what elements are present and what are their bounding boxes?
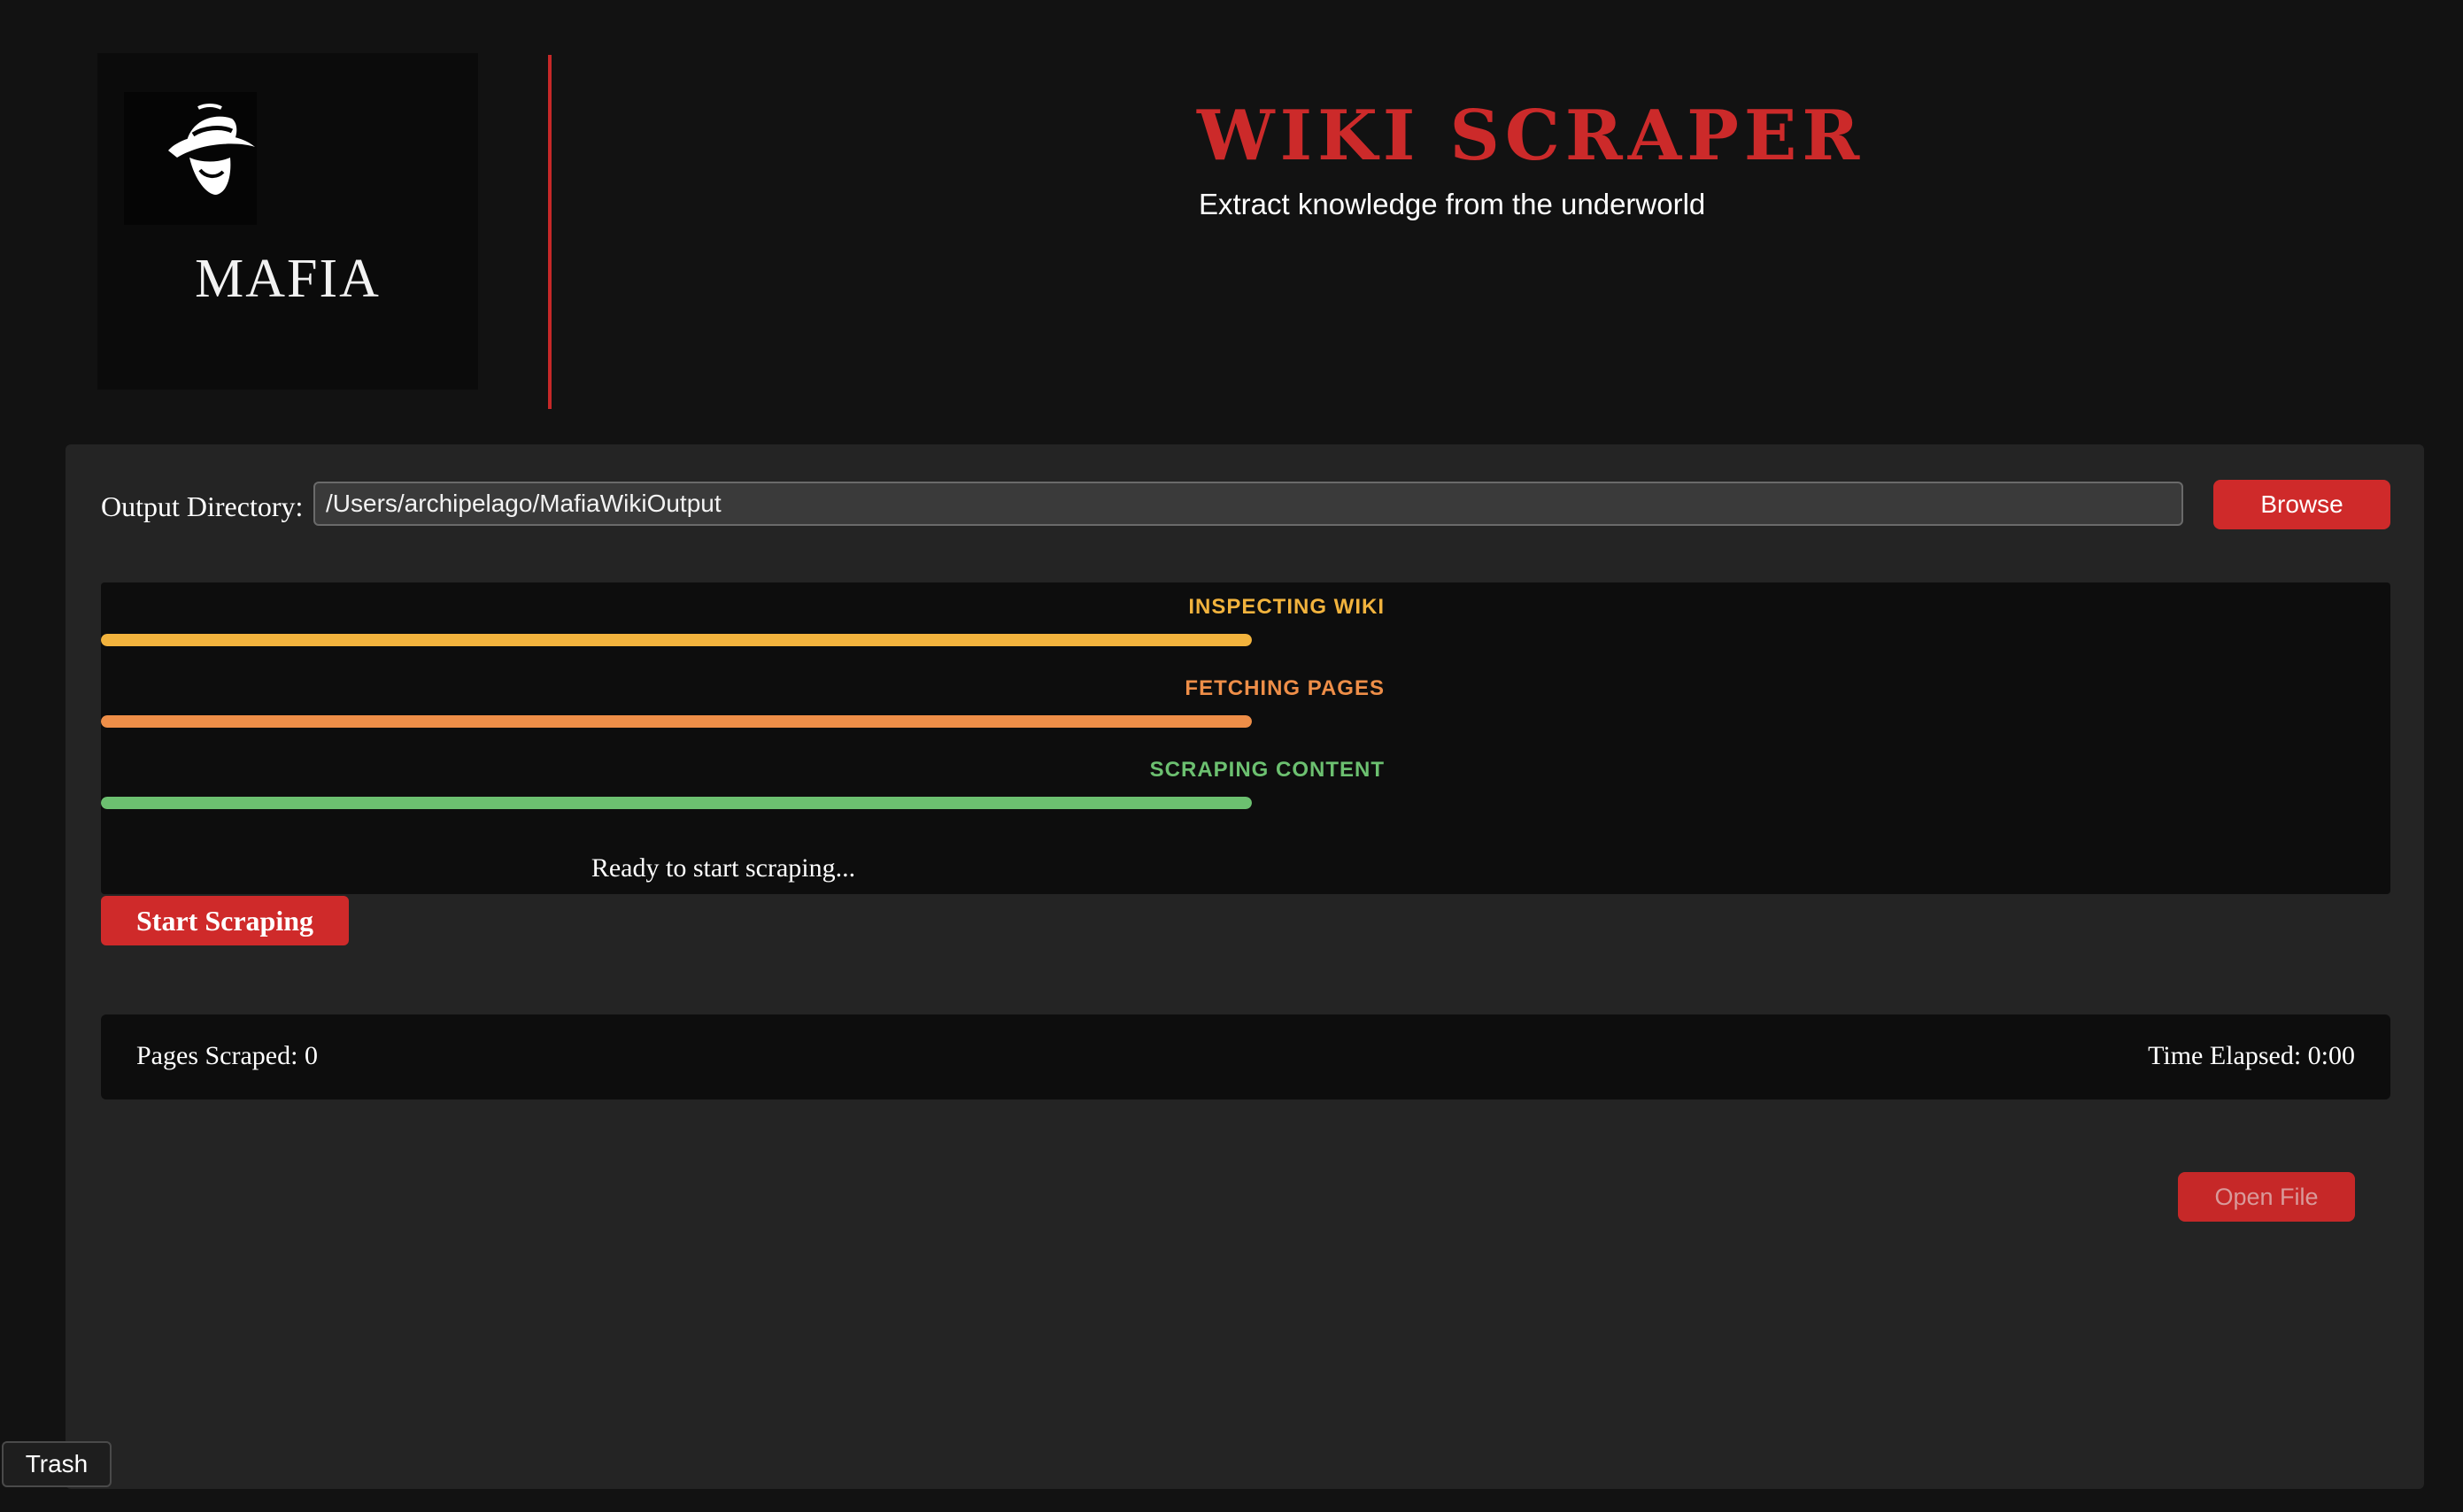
output-directory-label: Output Directory: <box>101 490 304 522</box>
progress-fill-fetching <box>101 715 1252 728</box>
header: MAFIA WIKI SCRAPER Extract knowledge fro… <box>0 0 2463 443</box>
logo-text: MAFIA <box>195 249 381 309</box>
progress-fill-inspecting <box>101 634 1252 646</box>
stage-label-fetching: FETCHING PAGES <box>1185 676 1385 700</box>
main-panel: Output Directory: Browse INSPECTING WIKI… <box>66 444 2424 1489</box>
pages-scraped-stat: Pages Scraped: 0 <box>136 1041 318 1070</box>
app-subtitle: Extract knowledge from the underworld <box>1199 188 1706 220</box>
stats-bar: Pages Scraped: 0 Time Elapsed: 0:00 <box>101 1014 2390 1099</box>
time-elapsed-stat: Time Elapsed: 0:00 <box>2148 1041 2355 1070</box>
progress-fill-scraping <box>101 797 1252 809</box>
progress-bar-fetching <box>101 715 1252 728</box>
browse-button[interactable]: Browse <box>2213 480 2390 529</box>
trash-button[interactable]: Trash <box>2 1441 112 1487</box>
stage-label-inspecting: INSPECTING WIKI <box>1188 595 1385 619</box>
status-text: Ready to start scraping... <box>591 853 856 883</box>
app-title: WIKI SCRAPER <box>1197 96 1865 176</box>
output-directory-input[interactable] <box>313 482 2183 526</box>
open-file-button[interactable]: Open File <box>2178 1172 2355 1222</box>
stage-label-scraping: SCRAPING CONTENT <box>1149 758 1385 782</box>
app-window: MAFIA WIKI SCRAPER Extract knowledge fro… <box>0 0 2463 1512</box>
start-scraping-button[interactable]: Start Scraping <box>101 896 349 945</box>
progress-bar-scraping <box>101 797 1252 809</box>
header-divider <box>548 55 552 409</box>
mafia-hat-icon <box>168 104 255 195</box>
progress-area: INSPECTING WIKI FETCHING PAGES SCRAPING … <box>101 582 2390 894</box>
progress-bar-inspecting <box>101 634 1252 646</box>
